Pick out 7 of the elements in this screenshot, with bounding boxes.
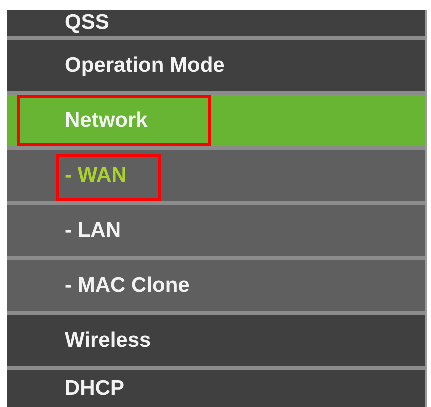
menu-item[interactable]: Operation Mode	[7, 40, 425, 95]
menu-item[interactable]: Wireless	[7, 315, 425, 370]
submenu-item[interactable]: - WAN	[7, 150, 425, 205]
menu-item[interactable]: QSS	[7, 10, 425, 40]
submenu-item[interactable]: - LAN	[7, 205, 425, 260]
menu-item[interactable]: DHCP	[7, 370, 425, 407]
submenu-item[interactable]: - MAC Clone	[7, 260, 425, 315]
